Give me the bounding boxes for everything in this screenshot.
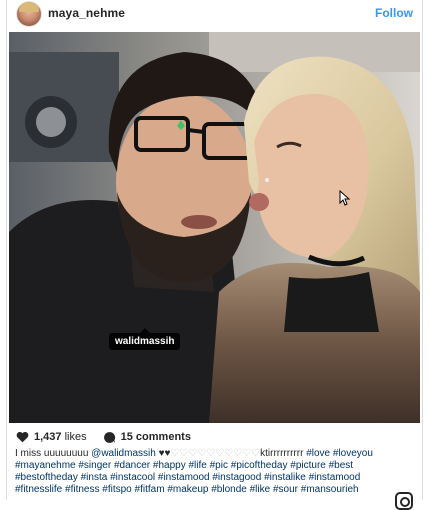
follow-button[interactable]: Follow [375,6,413,20]
woman-face [254,93,369,258]
hashtag-link[interactable]: #bestoftheday [15,472,78,483]
hashtag-link[interactable]: #dancer [114,460,150,471]
caption-line-4: #fitnesslife #fitness #fitspo #fitfam #m… [15,484,407,496]
hashtag-link[interactable]: #loveyou [333,448,373,459]
comments-label: comments [135,431,191,443]
caption-faint-hearts: ♡♡♡♡♡♡♡♡♡♡ [170,448,261,459]
caption-text-start: I miss uuuuuuuu [15,448,92,459]
photo-user-tag[interactable]: walidmassih [109,328,181,350]
comment-bubble-icon [103,431,115,443]
hashtag-link[interactable]: #instalike [264,472,306,483]
hashtag-link[interactable]: #picoftheday [231,460,288,471]
avatar[interactable] [16,1,42,27]
post-photo[interactable]: walidmassih [9,32,420,423]
caption-mention[interactable]: @walidmassih [91,448,156,459]
heart-icon [16,431,29,443]
hashtag-link[interactable]: #fitspo [102,484,131,495]
hashtag-link[interactable]: #fitness [65,484,99,495]
instagram-post-embed: maya_nehme Follow walidmassih 1,437 like… [6,0,423,510]
hashtag-link[interactable]: #like [250,484,271,495]
hashtag-link[interactable]: #sour [273,484,298,495]
likes-count: 1,437 [34,431,62,443]
avatar-hair [19,2,39,12]
hashtag-link[interactable]: #instamood [158,472,210,483]
caption-text-rest: ktirrrrrrrrrr [260,448,307,459]
hashtag-link[interactable]: #love [306,448,330,459]
post-stats: 1,437 likes 15 comments [16,430,207,444]
mouse-cursor-icon [339,190,351,206]
hashtag-link[interactable]: #singer [78,460,111,471]
likes-label: likes [64,431,87,443]
likes-stat[interactable]: 1,437 likes [16,431,87,443]
caption-line-2: #mayanehme #singer #dancer #happy #life … [15,460,407,472]
caption-line-1: I miss uuuuuuuu @walidmassih ♥♥♡♡♡♡♡♡♡♡♡… [15,448,407,460]
hashtag-link[interactable]: #life [188,460,206,471]
post-caption: I miss uuuuuuuu @walidmassih ♥♥♡♡♡♡♡♡♡♡♡… [15,448,407,496]
hashtag-link[interactable]: #mayanehme [15,460,76,471]
hashtag-link[interactable]: #pic [210,460,228,471]
hashtag-link[interactable]: #insta [81,472,108,483]
post-header: maya_nehme Follow [7,0,422,32]
hashtag-link[interactable]: #happy [153,460,186,471]
hashtag-link[interactable]: #fitnesslife [15,484,62,495]
comments-stat[interactable]: 15 comments [103,431,191,444]
caption-line-3: #bestoftheday #insta #instacool #instamo… [15,472,407,484]
instagram-logo-icon[interactable] [395,492,413,510]
hashtag-link[interactable]: #picture [290,460,326,471]
photo-illustration [9,32,420,423]
hashtag-link[interactable]: #mansourieh [301,484,359,495]
hashtag-link[interactable]: #instagood [212,472,261,483]
hashtag-link[interactable]: #fitfam [135,484,165,495]
hashtag-link[interactable]: #makeup [167,484,208,495]
username-link[interactable]: maya_nehme [48,6,125,20]
hashtag-link[interactable]: #instamood [309,472,361,483]
caption-hashtags-line-1: #love #loveyou [306,448,373,459]
hashtag-link[interactable]: #instacool [110,472,155,483]
hashtag-link[interactable]: #blonde [211,484,247,495]
comments-count: 15 [120,431,133,443]
caption-hearts: ♥♥ [155,448,171,459]
hashtag-link[interactable]: #best [329,460,353,471]
